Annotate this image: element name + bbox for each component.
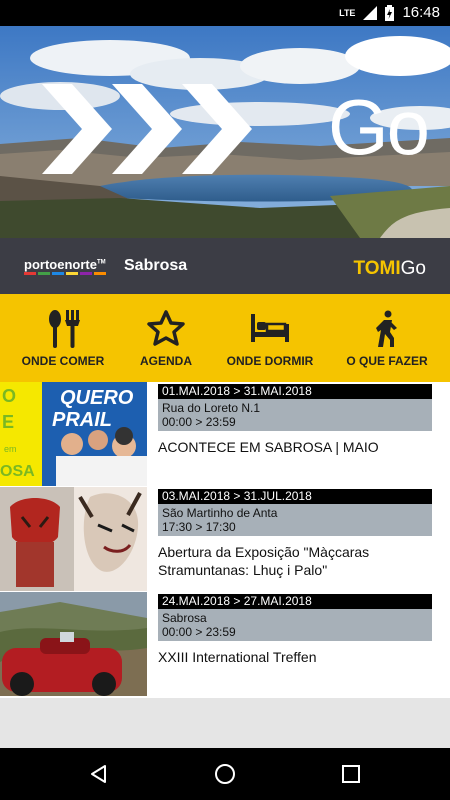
porto-e-norte-logo: portoenorteTM xyxy=(24,257,106,272)
list-footer xyxy=(0,698,450,748)
spoon-fork-icon xyxy=(49,310,80,348)
status-bar: LTE 16:48 xyxy=(0,0,450,26)
back-icon[interactable] xyxy=(87,762,111,786)
trademark: TM xyxy=(96,259,106,266)
event-title: XXIII International Treffen xyxy=(158,649,317,665)
nav-label: ONDE COMER xyxy=(21,354,105,368)
nav-onde-dormir[interactable]: ONDE DORMIR xyxy=(214,294,326,382)
svg-text:QUERO: QUERO xyxy=(60,387,134,409)
event-place: São Martinho de Anta xyxy=(162,506,278,520)
battery-charging-icon xyxy=(385,4,395,21)
list-item[interactable]: O E em OSA QUERO PRAIL 01.MAI.2018 > 31.… xyxy=(0,382,450,487)
event-thumbnail xyxy=(0,592,147,696)
svg-text:O: O xyxy=(2,386,16,406)
event-date: 24.MAI.2018 > 27.MAI.2018 xyxy=(158,594,432,609)
system-navigation-bar xyxy=(0,748,450,800)
hero-banner: Go xyxy=(0,26,450,238)
star-icon xyxy=(147,310,185,346)
nav-label: ONDE DORMIR xyxy=(226,354,314,368)
recents-icon[interactable] xyxy=(339,762,363,786)
event-time: 00:00 > 23:59 xyxy=(162,625,236,639)
list-item[interactable]: 24.MAI.2018 > 27.MAI.2018 Sabrosa 00:00 … xyxy=(0,592,450,697)
logo-part-1: TOMI xyxy=(353,258,401,279)
nav-o-que-fazer[interactable]: O QUE FAZER xyxy=(331,294,443,382)
signal-icon xyxy=(363,5,378,20)
svg-text:em: em xyxy=(4,444,17,454)
svg-text:OSA: OSA xyxy=(0,463,35,480)
event-thumbnail: O E em OSA QUERO PRAIL xyxy=(0,382,147,486)
list-item[interactable]: 03.MAI.2018 > 31.JUL.2018 São Martinho d… xyxy=(0,487,450,592)
logo-stripes xyxy=(24,272,106,275)
event-place-time: Rua do Loreto N.1 00:00 > 23:59 xyxy=(158,399,432,431)
event-date: 03.MAI.2018 > 31.JUL.2018 xyxy=(158,489,432,504)
event-place-time: Sabrosa 00:00 > 23:59 xyxy=(158,609,432,641)
network-type: LTE xyxy=(339,7,356,18)
walking-person-icon xyxy=(376,310,397,347)
event-list: O E em OSA QUERO PRAIL 01.MAI.2018 > 31.… xyxy=(0,382,450,698)
nav-agenda[interactable]: AGENDA xyxy=(110,294,222,382)
event-date: 01.MAI.2018 > 31.MAI.2018 xyxy=(158,384,432,399)
nav-label: AGENDA xyxy=(139,354,192,368)
bed-icon xyxy=(251,314,289,342)
region-logo-text: portoenorte xyxy=(24,257,97,272)
clock: 16:48 xyxy=(402,4,440,21)
event-title: ACONTECE EM SABROSA | MAIO xyxy=(158,439,379,455)
event-place: Sabrosa xyxy=(162,611,207,625)
logo-part-2: Go xyxy=(400,258,426,279)
category-nav: ONDE COMER AGENDA ONDE DORMIR O QUE FAZE… xyxy=(0,294,450,382)
event-place-time: São Martinho de Anta 17:30 > 17:30 xyxy=(158,504,432,536)
event-thumbnail xyxy=(0,487,147,591)
event-title: Abertura da Exposição "Màçcaras Stramunt… xyxy=(158,544,370,578)
event-place: Rua do Loreto N.1 xyxy=(162,401,261,415)
svg-text:PRAIL: PRAIL xyxy=(52,409,112,431)
svg-text:E: E xyxy=(2,412,14,432)
city-name: Sabrosa xyxy=(124,257,188,274)
nav-label: O QUE FAZER xyxy=(346,354,428,368)
home-icon[interactable] xyxy=(213,762,237,786)
nav-onde-comer[interactable]: ONDE COMER xyxy=(7,294,119,382)
event-time: 00:00 > 23:59 xyxy=(162,415,236,429)
event-time: 17:30 > 17:30 xyxy=(162,520,236,534)
tomi-go-logo: TOMIGo xyxy=(353,258,426,280)
brand-bar: portoenorteTM Sabrosa TOMIGo xyxy=(0,238,450,294)
hero-title: Go xyxy=(328,83,430,171)
